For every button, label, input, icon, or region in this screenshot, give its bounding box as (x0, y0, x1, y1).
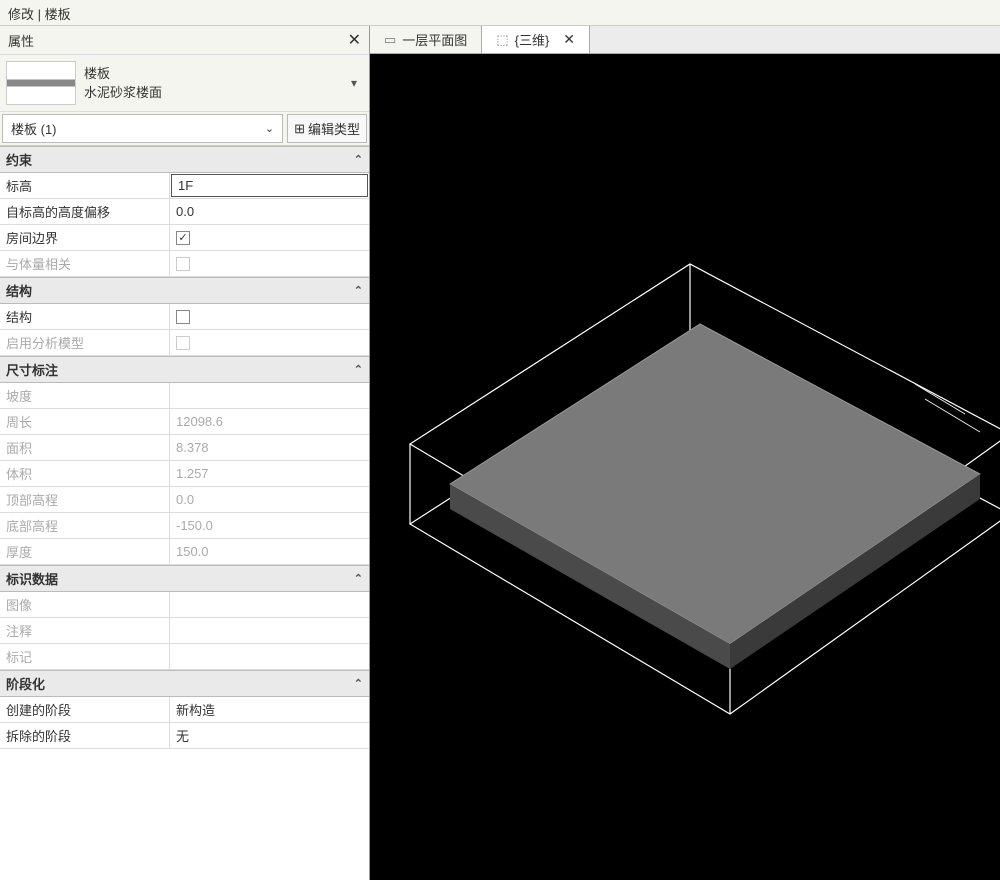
checkbox-empty-icon (176, 257, 190, 271)
collapse-icon: ⌃ (354, 677, 363, 690)
edit-type-button[interactable]: ⊞ 编辑类型 (287, 114, 367, 143)
prop-value-room-bounding[interactable]: ✓ (170, 225, 369, 250)
prop-label-room-bounding: 房间边界 (0, 225, 170, 250)
prop-value-thickness: 150.0 (170, 539, 369, 564)
prop-label-height-offset: 自标高的高度偏移 (0, 199, 170, 224)
prop-label-top-elev: 顶部高程 (0, 487, 170, 512)
type-thumbnail (6, 61, 76, 105)
group-header-constraints[interactable]: 约束 ⌃ (0, 146, 369, 173)
group-title: 尺寸标注 (6, 360, 58, 379)
ribbon-context-title: 修改 | 楼板 (0, 0, 1000, 26)
close-icon[interactable]: ✕ (563, 31, 575, 48)
checkbox-checked-icon[interactable]: ✓ (176, 231, 190, 245)
tab-label: {三维} (515, 30, 550, 49)
chevron-down-icon[interactable]: ▾ (345, 76, 363, 90)
collapse-icon: ⌃ (354, 363, 363, 376)
prop-label-mark: 标记 (0, 644, 170, 669)
type-name: 水泥砂浆楼面 (84, 83, 337, 103)
type-labels: 楼板 水泥砂浆楼面 (84, 64, 337, 103)
group-title: 阶段化 (6, 674, 45, 693)
collapse-icon: ⌃ (354, 572, 363, 585)
cube-icon: ⬚ (496, 32, 508, 48)
group-title: 约束 (6, 150, 32, 169)
prop-label-mass-related: 与体量相关 (0, 251, 170, 276)
properties-panel: 属性 ✕ 楼板 水泥砂浆楼面 ▾ 楼板 (1) ⌄ ⊞ 编辑类型 约束 (0, 26, 370, 880)
prop-value-analytical (170, 330, 369, 355)
checkbox-empty-icon (176, 336, 190, 350)
instance-filter-select[interactable]: 楼板 (1) ⌄ (2, 114, 283, 143)
prop-value-volume: 1.257 (170, 461, 369, 486)
prop-label-analytical: 启用分析模型 (0, 330, 170, 355)
prop-value-bottom-elev: -150.0 (170, 513, 369, 538)
view-tabs: ▭ 一层平面图 ⬚ {三维} ✕ (370, 26, 1000, 54)
prop-label-slope: 坡度 (0, 383, 170, 408)
group-header-structural[interactable]: 结构 ⌃ (0, 277, 369, 304)
prop-label-area: 面积 (0, 435, 170, 460)
prop-label-phase-demolished: 拆除的阶段 (0, 723, 170, 748)
type-selector[interactable]: 楼板 水泥砂浆楼面 ▾ (0, 55, 369, 112)
3d-model-canvas (370, 54, 1000, 880)
group-title: 结构 (6, 281, 32, 300)
prop-value-structural[interactable] (170, 304, 369, 329)
prop-value-area: 8.378 (170, 435, 369, 460)
prop-value-phase-created[interactable]: 新构造 (170, 697, 369, 722)
properties-panel-title: 属性 (8, 31, 34, 50)
prop-label-comment: 注释 (0, 618, 170, 643)
edit-type-icon: ⊞ (294, 121, 305, 137)
tab-plan-view[interactable]: ▭ 一层平面图 (370, 26, 482, 53)
prop-label-image: 图像 (0, 592, 170, 617)
prop-value-comment[interactable] (170, 618, 369, 643)
prop-value-mass-related (170, 251, 369, 276)
plan-view-icon: ▭ (384, 32, 396, 48)
tab-label: 一层平面图 (402, 30, 467, 49)
prop-label-volume: 体积 (0, 461, 170, 486)
prop-value-height-offset[interactable]: 0.0 (170, 199, 369, 224)
prop-value-top-elev: 0.0 (170, 487, 369, 512)
prop-value-image[interactable] (170, 592, 369, 617)
prop-label-phase-created: 创建的阶段 (0, 697, 170, 722)
prop-value-mark[interactable] (170, 644, 369, 669)
prop-label-level: 标高 (0, 173, 170, 198)
group-header-dimensions[interactable]: 尺寸标注 ⌃ (0, 356, 369, 383)
collapse-icon: ⌃ (354, 153, 363, 166)
group-title: 标识数据 (6, 569, 58, 588)
prop-value-slope (170, 383, 369, 408)
prop-label-structural: 结构 (0, 304, 170, 329)
instance-filter-label: 楼板 (1) (11, 119, 57, 138)
tab-3d-view[interactable]: ⬚ {三维} ✕ (482, 26, 590, 53)
close-icon[interactable]: ✕ (348, 30, 361, 50)
group-header-identity[interactable]: 标识数据 ⌃ (0, 565, 369, 592)
checkbox-empty-icon[interactable] (176, 310, 190, 324)
edit-type-label: 编辑类型 (308, 119, 360, 138)
prop-label-bottom-elev: 底部高程 (0, 513, 170, 538)
prop-value-perimeter: 12098.6 (170, 409, 369, 434)
family-name: 楼板 (84, 64, 337, 84)
collapse-icon: ⌃ (354, 284, 363, 297)
prop-value-phase-demolished[interactable]: 无 (170, 723, 369, 748)
group-header-phasing[interactable]: 阶段化 ⌃ (0, 670, 369, 697)
prop-label-thickness: 厚度 (0, 539, 170, 564)
prop-value-level[interactable]: 1F (171, 174, 368, 197)
prop-label-perimeter: 周长 (0, 409, 170, 434)
3d-viewport[interactable] (370, 54, 1000, 880)
chevron-down-icon: ⌄ (265, 122, 274, 135)
